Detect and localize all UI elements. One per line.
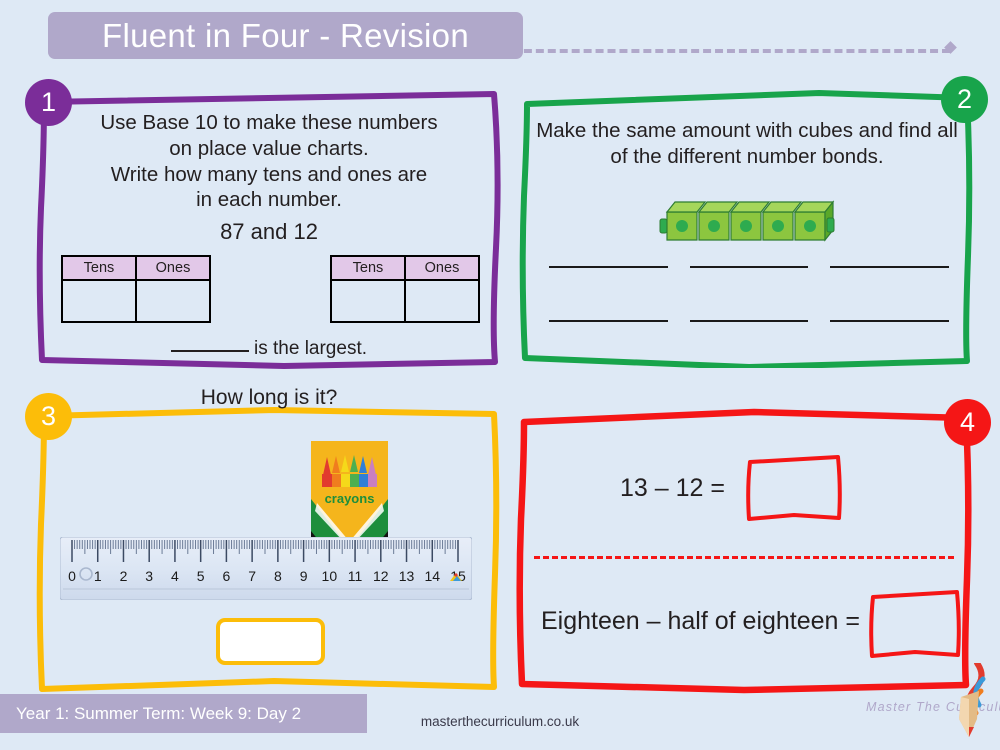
title-dashed-rule [500,49,950,53]
crayon-box-icon: crayons [311,441,388,541]
ruler-tick-label: 1 [94,568,102,584]
question-panel-2: Make the same amount with cubes and find… [519,86,975,368]
equation-2: Eighteen – half of eighteen = [541,607,861,635]
length-answer-box[interactable] [216,618,325,665]
prompt-line: in each number. [196,188,342,212]
place-value-chart-right: Tens Ones [330,255,480,323]
prompt-line: of the different number bonds. [610,144,884,168]
ruler-tick-label: 14 [424,568,440,584]
question-panel-4: 13 – 12 = Eighteen – half of eighteen = [514,404,976,694]
ones-answer-cell[interactable] [404,279,480,323]
answer-line[interactable] [549,266,668,268]
answer-line[interactable] [689,320,809,322]
panel-4-divider [534,556,954,559]
answer-line[interactable] [830,320,949,322]
ruler-tick-label: 4 [171,568,179,584]
column-header-tens: Tens [61,255,137,281]
panel-1-prompt: Use Base 10 to make these numbers on pla… [54,110,484,213]
ones-answer-cell[interactable] [135,279,211,323]
panel-number-badge-1: 1 [25,79,72,126]
ruler-tick-label: 11 [348,568,363,584]
panel-3-title: How long is it? [200,386,338,409]
number-bond-answer-grid [549,266,949,322]
answer-line[interactable] [549,320,668,322]
ruler-tick-label: 6 [223,568,231,584]
page-title: Fluent in Four - Revision [102,16,469,54]
prompt-line: on place value charts. [169,136,369,160]
panel-1-numbers: 87 and 12 [220,219,318,244]
equation-1-answer-box[interactable] [746,454,843,522]
ruler-tick-label: 10 [322,568,338,584]
place-value-chart-left: Tens Ones [61,255,211,323]
column-header-ones: Ones [135,255,211,281]
answer-line[interactable] [830,266,949,268]
panel-number-badge-4: 4 [944,399,991,446]
brand-pencil-icon [959,663,986,737]
panel-number-badge-2: 2 [941,76,988,123]
ruler-icon: 0123456789101112131415 [60,537,472,600]
website-url: masterthecurriculum.co.uk [420,714,580,729]
largest-answer-blank[interactable] [171,350,249,352]
answer-line[interactable] [689,266,809,268]
ruler-tick-label: 7 [248,568,256,584]
ruler-tick-label: 12 [373,568,389,584]
panel-1-closing: is the largest. [54,338,484,360]
question-panel-1: Use Base 10 to make these numbers on pla… [34,88,504,370]
prompt-line: Write how many tens and ones are [110,162,428,186]
ruler-tick-label: 2 [120,568,128,584]
ruler-tick-label: 5 [197,568,205,584]
panel-2-prompt: Make the same amount with cubes and find… [535,118,959,170]
equation-1: 13 – 12 = [620,474,725,502]
closing-label: is the largest. [254,338,367,359]
crayon-box-label: crayons [325,491,375,506]
ruler-tick-label: 9 [300,568,308,584]
tens-answer-cell[interactable] [330,279,406,323]
page-title-bar: Fluent in Four - Revision [48,12,523,59]
column-header-tens: Tens [330,255,406,281]
tens-answer-cell[interactable] [61,279,137,323]
ruler-tick-label: 0 [68,568,76,584]
ruler-tick-label: 8 [274,568,282,584]
ruler-tick-label: 13 [399,568,415,584]
ruler-tick-label: 3 [145,568,153,584]
prompt-line: Use Base 10 to make these numbers [100,111,438,134]
equation-2-answer-box[interactable] [869,589,961,659]
column-header-ones: Ones [404,255,480,281]
prompt-line: Make the same amount with cubes and find… [536,119,958,142]
cube-train-icon [659,200,835,242]
